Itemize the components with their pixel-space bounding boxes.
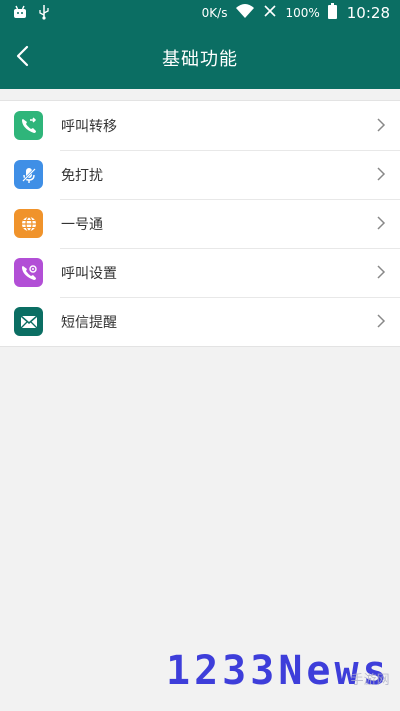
chevron-right-icon [376, 313, 386, 329]
watermark: 1233News 手游网 [166, 648, 390, 694]
chevron-right-icon [376, 166, 386, 182]
list-item-call-settings[interactable]: 呼叫设置 [0, 248, 400, 297]
battery-percent: 100% [285, 5, 320, 20]
wifi-icon [235, 3, 255, 22]
chevron-right-icon [376, 264, 386, 280]
app-header: 0K/s 100% 10:28 基础功能 [0, 0, 400, 89]
call-settings-icon [14, 258, 43, 287]
list-item-call-forward[interactable]: 呼叫转移 [0, 101, 400, 150]
android-icon [12, 4, 28, 23]
mute-mic-icon [14, 160, 43, 189]
list-item-one-number[interactable]: 一号通 [0, 199, 400, 248]
chevron-right-icon [376, 117, 386, 133]
list-item-label: 呼叫设置 [61, 266, 117, 282]
globe-icon [14, 209, 43, 238]
list-item-label: 短信提醒 [61, 315, 117, 331]
clock: 10:28 [346, 3, 390, 22]
list-item-sms-reminder[interactable]: 短信提醒 [0, 297, 400, 346]
list-item-do-not-disturb[interactable]: 免打扰 [0, 150, 400, 199]
page-title: 基础功能 [162, 49, 238, 70]
feature-list: 呼叫转移 免打扰 一号通 呼叫设置 短信提醒 [0, 100, 400, 347]
battery-icon [327, 3, 337, 22]
list-item-label: 免打扰 [61, 168, 103, 184]
usb-icon [38, 4, 50, 23]
network-speed: 0K/s [201, 5, 228, 20]
chevron-right-icon [376, 215, 386, 231]
no-signal-icon [263, 4, 277, 21]
list-item-label: 呼叫转移 [61, 119, 117, 135]
envelope-icon [14, 307, 43, 336]
list-item-label: 一号通 [61, 217, 103, 233]
watermark-subtext: 手游网 [350, 673, 390, 688]
call-forward-icon [14, 111, 43, 140]
status-bar: 0K/s 100% 10:28 [0, 0, 400, 28]
nav-bar: 基础功能 [0, 28, 400, 89]
